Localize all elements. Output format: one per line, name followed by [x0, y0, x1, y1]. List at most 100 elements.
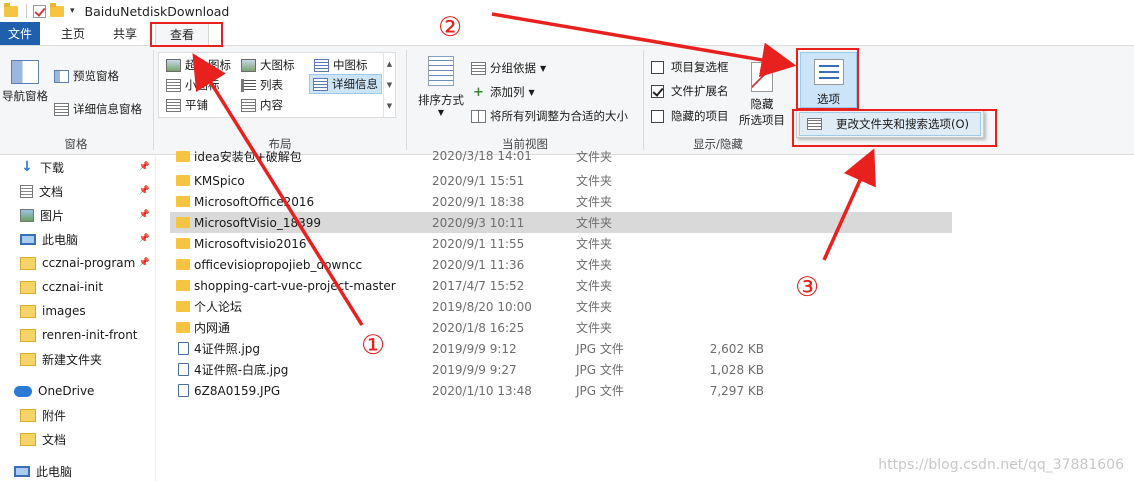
tab-home[interactable]: 主页 [47, 22, 99, 45]
file-row[interactable]: 内网通 2020/1/8 16:25 文件夹 [170, 317, 952, 338]
folder-icon [4, 2, 18, 17]
nav-pane-button[interactable]: 导航窗格 [2, 60, 48, 104]
nav-pane-icon [11, 60, 39, 84]
chevron-down-icon: ▼ [437, 108, 445, 117]
layout-item-label: 大图标 [260, 58, 295, 72]
nav-item[interactable]: ↓ 下载 📌 [20, 156, 154, 178]
nav-item-label: 文档 [39, 184, 64, 199]
file-row[interactable]: KMSpico 2020/9/1 15:51 文件夹 [170, 170, 952, 191]
file-extensions-label: 文件扩展名 [671, 84, 729, 98]
file-type: 文件夹 [576, 237, 613, 251]
separator [26, 4, 27, 18]
item-checkbox-toggle[interactable]: 项目复选框 [651, 57, 729, 77]
nav-item-label: renren-init-front [42, 328, 138, 342]
folder-icon [176, 238, 190, 249]
group-by-icon [471, 61, 486, 75]
file-type: 文件夹 [576, 300, 613, 314]
document-icon [20, 184, 33, 198]
nav-item[interactable]: OneDrive [14, 380, 148, 402]
file-row[interactable]: officevisiopropojieb_downcc 2020/9/1 11:3… [170, 254, 952, 275]
pin-icon: 📌 [138, 186, 150, 196]
properties-icon[interactable] [33, 4, 46, 18]
tab-file[interactable]: 文件 [0, 22, 40, 45]
hide-selected-button[interactable]: 隐藏 所选项目 [736, 62, 788, 128]
file-row[interactable]: idea安装包+破解包 2020/3/18 14:01 文件夹 [170, 149, 952, 163]
file-type: 文件夹 [576, 216, 613, 230]
title-bar: ▾ BaiduNetdiskDownload [0, 0, 1134, 22]
nav-item-label: 下载 [40, 160, 65, 175]
nav-item[interactable]: images [20, 300, 154, 322]
annotation-box-menu-item [792, 109, 997, 147]
layout-tiles[interactable]: 平铺 [163, 95, 211, 115]
file-row[interactable]: MicrosoftOffice2016 2020/9/1 18:38 文件夹 [170, 191, 952, 212]
preview-pane-button[interactable]: 预览窗格 [54, 66, 119, 86]
folder-icon [176, 301, 190, 312]
nav-item[interactable]: 新建文件夹 [20, 348, 154, 370]
file-row[interactable]: Microsoftvisio2016 2020/9/1 11:55 文件夹 [170, 233, 952, 254]
nav-item[interactable]: 此电脑 [14, 460, 148, 481]
extra-large-icons-icon [166, 58, 181, 72]
file-row[interactable]: 4证件照.jpg 2019/9/9 9:12 JPG 文件 2,602 KB [170, 338, 952, 359]
file-date: 2020/3/18 14:01 [432, 149, 532, 163]
nav-item[interactable]: ccznai-program 📌 [20, 252, 154, 274]
file-extensions-toggle[interactable]: 文件扩展名 [651, 81, 729, 101]
fit-columns-icon [471, 109, 486, 123]
sort-by-button[interactable]: 排序方式 ▼ [413, 56, 469, 117]
picture-icon [20, 208, 34, 222]
layout-medium-icons[interactable]: 中图标 [311, 55, 371, 75]
file-row[interactable]: 个人论坛 2019/8/20 10:00 文件夹 [170, 296, 952, 317]
hidden-items-toggle[interactable]: 隐藏的项目 [651, 106, 729, 126]
file-date: 2020/1/10 13:48 [432, 383, 532, 398]
nav-item[interactable]: 文档 📌 [20, 180, 154, 202]
computer-icon [20, 233, 36, 245]
nav-item[interactable]: 此电脑 📌 [20, 228, 154, 250]
file-row[interactable]: 4证件照-白底.jpg 2019/9/9 9:27 JPG 文件 1,028 KB [170, 359, 952, 380]
pane-group: 导航窗格 预览窗格 详细信息窗格 窗格 [0, 46, 152, 154]
file-row[interactable]: 6Z8A0159.JPG 2020/1/10 13:48 JPG 文件 7,297 K… [170, 380, 952, 401]
nav-item[interactable]: 附件 [20, 404, 154, 426]
onedrive-icon [14, 385, 32, 397]
nav-item[interactable]: 图片 📌 [20, 204, 154, 226]
item-checkbox-checkbox[interactable] [651, 60, 664, 74]
nav-item-label: ccznai-init [42, 280, 104, 294]
expand-gallery-icon[interactable]: ▼ [387, 102, 392, 110]
annotation-box-options [796, 48, 859, 110]
new-folder-icon[interactable] [50, 2, 64, 17]
nav-item[interactable]: renren-init-front [20, 324, 154, 346]
tab-share[interactable]: 共享 [99, 22, 151, 45]
layout-list[interactable]: 列表 [238, 75, 286, 95]
layout-item-label: 内容 [260, 98, 283, 112]
content-icon [241, 98, 256, 112]
file-date: 2020/1/8 16:25 [432, 320, 525, 335]
fit-columns-button[interactable]: 将所有列调整为合适的大小 [471, 106, 628, 126]
file-name: MicrosoftVisio_18399 [194, 215, 321, 230]
group-by-button[interactable]: 分组依据 ▼ [471, 58, 546, 78]
customize-toolbar-icon[interactable]: ▾ [70, 6, 75, 16]
hide-selected-label-1: 隐藏 [750, 97, 774, 111]
add-column-button[interactable]: + 添加列 ▼ [471, 82, 535, 102]
nav-item[interactable]: ccznai-init [20, 276, 154, 298]
file-date: 2019/9/9 9:27 [432, 362, 517, 377]
file-date: 2020/9/1 11:36 [432, 257, 525, 272]
file-type: 文件夹 [576, 149, 613, 164]
file-extensions-checkbox[interactable] [651, 84, 664, 98]
layout-large-icons[interactable]: 大图标 [238, 55, 298, 75]
file-row[interactable]: shopping-cart-vue-project-master 2017/4/7… [170, 275, 952, 296]
layout-extra-large-icons[interactable]: 超大图标 [163, 55, 234, 75]
scroll-up-icon[interactable]: ▲ [387, 60, 392, 68]
layout-gallery-scroll[interactable]: ▲ ▼ ▼ [383, 53, 395, 117]
file-row[interactable]: MicrosoftVisio_18399 2020/9/3 10:11 文件夹 [170, 212, 952, 233]
layout-small-icons[interactable]: 小图标 [163, 75, 223, 95]
layout-details[interactable]: 详细信息 [309, 74, 382, 94]
file-name: 4证件照.jpg [194, 342, 261, 356]
layout-content[interactable]: 内容 [238, 95, 286, 115]
nav-item-label: 图片 [40, 208, 65, 223]
details-pane-button[interactable]: 详细信息窗格 [54, 99, 142, 119]
nav-item-label: 此电脑 [36, 464, 73, 479]
folder-icon [176, 175, 190, 186]
navigation-pane: ↓ 下载 📌 文档 📌 图片 📌 此电脑 📌 ccznai-program 📌 ccznai-init… [0, 156, 156, 481]
hidden-items-checkbox[interactable] [651, 109, 664, 123]
sort-icon [428, 56, 454, 86]
scroll-down-icon[interactable]: ▼ [387, 81, 392, 89]
nav-item[interactable]: 文档 [20, 428, 154, 450]
